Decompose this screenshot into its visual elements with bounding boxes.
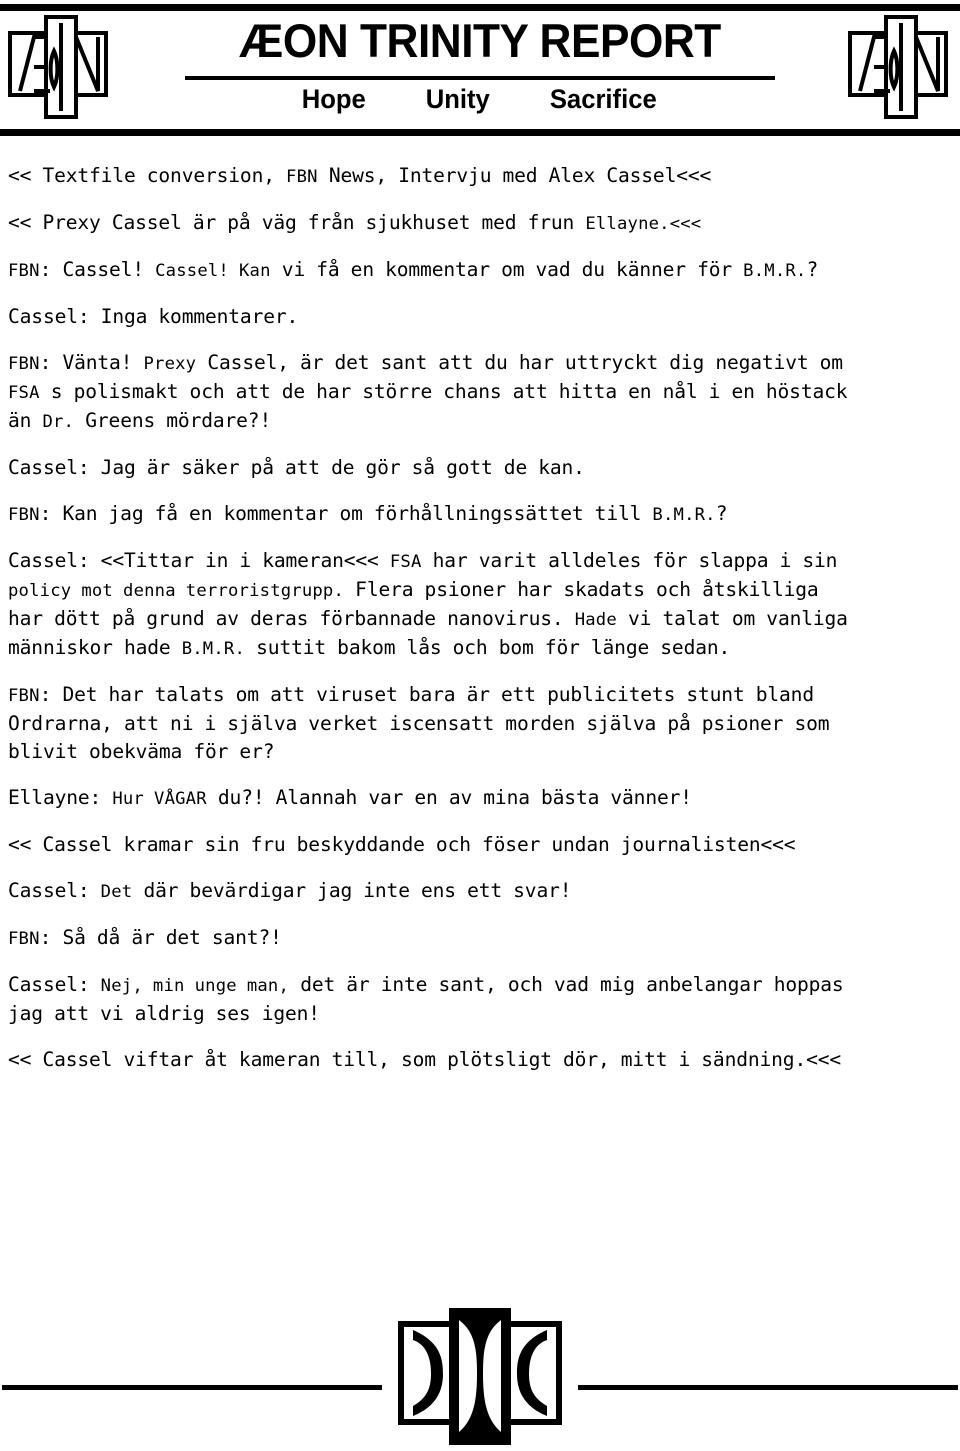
transcript-run: << Cassel kramar sin fru beskyddande och… — [8, 833, 796, 856]
tagline-unity: Unity — [425, 84, 490, 114]
transcript-run: FBN — [286, 167, 318, 187]
transcript-run: Cassel! Kan — [155, 261, 271, 281]
transcript-run: Prexy — [143, 354, 197, 374]
transcript-run: << Prexy Cassel är på väg från sjukhuset… — [8, 211, 586, 234]
transcript-paragraph: << Cassel kramar sin fru beskyddande och… — [8, 831, 958, 859]
transcript-paragraph: FBN: Så då är det sant?! — [8, 924, 958, 953]
transcript-run: FSA — [8, 383, 40, 403]
transcript-run: Hade — [574, 610, 617, 630]
transcript-run: : Så då är det sant?! — [39, 926, 282, 949]
transcript-run: du?! Alannah var en av mina bästa vänner… — [206, 786, 692, 809]
transcript-run: : Kan jag få en kommentar om förhållning… — [39, 502, 653, 525]
transcript-run: har varit alldeles för slappa i sin — [432, 549, 838, 572]
transcript-run: FBN — [8, 686, 40, 706]
tagline-hope: Hope — [301, 84, 367, 114]
transcript-run: ? — [715, 502, 728, 525]
masthead-center: ÆON TRINITY REPORT Hope Unity Sacrifice — [176, 14, 784, 115]
transcript-run: : Det har talats om att viruset bara är … — [8, 683, 830, 763]
transcript-paragraph: FBN: Det har talats om att viruset bara … — [8, 681, 958, 766]
transcript-run: Det — [100, 882, 133, 902]
transcript-run: Hur VÅGAR — [112, 789, 207, 809]
footer-rule-left — [2, 1385, 382, 1390]
transcript-run: vi få en kommentar om vad du känner för — [270, 258, 744, 281]
aeon-logo-icon — [2, 11, 122, 127]
trinity-symbol-icon — [393, 1302, 567, 1451]
transcript-run: där bevärdigar jag inte ens ett svar! — [132, 879, 572, 902]
transcript-run: : Cassel! — [39, 258, 156, 281]
masthead-bottom-rule — [0, 129, 960, 136]
transcript-run: B.M.R. — [652, 505, 716, 525]
footer-rule-right — [578, 1385, 958, 1390]
aeon-logo-right — [842, 11, 960, 127]
transcript-run: Dr. — [42, 412, 75, 432]
transcript-run: Greens mördare?! — [74, 409, 272, 432]
tagline-sacrifice: Sacrifice — [550, 84, 657, 114]
transcript-run: Ellayne.<<< — [585, 214, 702, 234]
transcript-run: News, Intervju med Alex Cassel<<< — [317, 164, 712, 187]
transcript-paragraph: << Textfile conversion, FBN News, Interv… — [8, 162, 958, 191]
transcript-run: FSA — [389, 552, 422, 572]
transcript-run: FBN — [8, 261, 40, 281]
transcript-run: FBN — [8, 505, 40, 525]
transcript-run: Cassel: <<Tittar in i kameran<<< — [8, 549, 390, 572]
transcript-paragraph: Cassel: Jag är säker på att de gör så go… — [8, 454, 958, 482]
transcript-paragraph: Ellayne: Hur VÅGAR du?! Alannah var en a… — [8, 784, 958, 813]
page-title: ÆON TRINITY REPORT — [239, 14, 721, 67]
transcript-run: << Textfile conversion, — [8, 164, 287, 187]
transcript-run: suttit bakom lås och bom för länge sedan… — [245, 636, 731, 659]
transcript-run: Cassel: Inga kommentarer. — [8, 305, 299, 328]
transcript-paragraph: << Prexy Cassel är på väg från sjukhuset… — [8, 209, 958, 238]
transcript-paragraph: Cassel: Nej, min unge man, det är inte s… — [8, 971, 958, 1028]
transcript-run: : Vänta! — [39, 351, 144, 374]
aeon-logo-left — [2, 11, 122, 127]
transcript-run: Cassel, är det sant att du har uttryckt … — [207, 351, 843, 374]
aeon-logo-icon — [842, 11, 960, 127]
transcript-run: FBN — [8, 929, 40, 949]
transcript-run: B.M.R. — [743, 261, 807, 281]
masthead-divider — [185, 76, 775, 80]
transcript-run: policy mot denna terroristgrupp. — [8, 581, 345, 601]
transcript-paragraph: Cassel: Inga kommentarer. — [8, 303, 958, 331]
transcript-paragraph: Cassel: <<Tittar in i kameran<<< FSA har… — [8, 547, 958, 663]
transcript-run: Ellayne: — [8, 786, 113, 809]
transcript-paragraph: FBN: Vänta! Prexy Cassel, är det sant at… — [8, 349, 958, 436]
transcript-paragraph: FBN: Cassel! Cassel! Kan vi få en kommen… — [8, 256, 958, 285]
transcript-run: B.M.R. — [181, 639, 245, 659]
transcript-run: Nej, min unge man, — [100, 976, 290, 996]
transcript-paragraph: Cassel: Det där bevärdigar jag inte ens … — [8, 877, 958, 906]
masthead-top-rule — [0, 4, 960, 11]
transcript-body: << Textfile conversion, FBN News, Interv… — [8, 162, 958, 1074]
transcript-run: Cassel: Jag är säker på att de gör så go… — [8, 456, 585, 479]
transcript-run: FBN — [8, 354, 40, 374]
transcript-run: Cassel: — [8, 973, 101, 996]
masthead-tagline: Hope Unity Sacrifice — [176, 83, 784, 115]
transcript-paragraph: FBN: Kan jag få en kommentar om förhålln… — [8, 500, 958, 529]
transcript-run: << Cassel viftar åt kameran till, som pl… — [8, 1048, 842, 1071]
transcript-paragraph: << Cassel viftar åt kameran till, som pl… — [8, 1046, 958, 1074]
transcript-run: Cassel: — [8, 879, 101, 902]
masthead: ÆON TRINITY REPORT Hope Unity Sacrifice — [0, 0, 960, 140]
transcript-run: ? — [806, 258, 819, 281]
